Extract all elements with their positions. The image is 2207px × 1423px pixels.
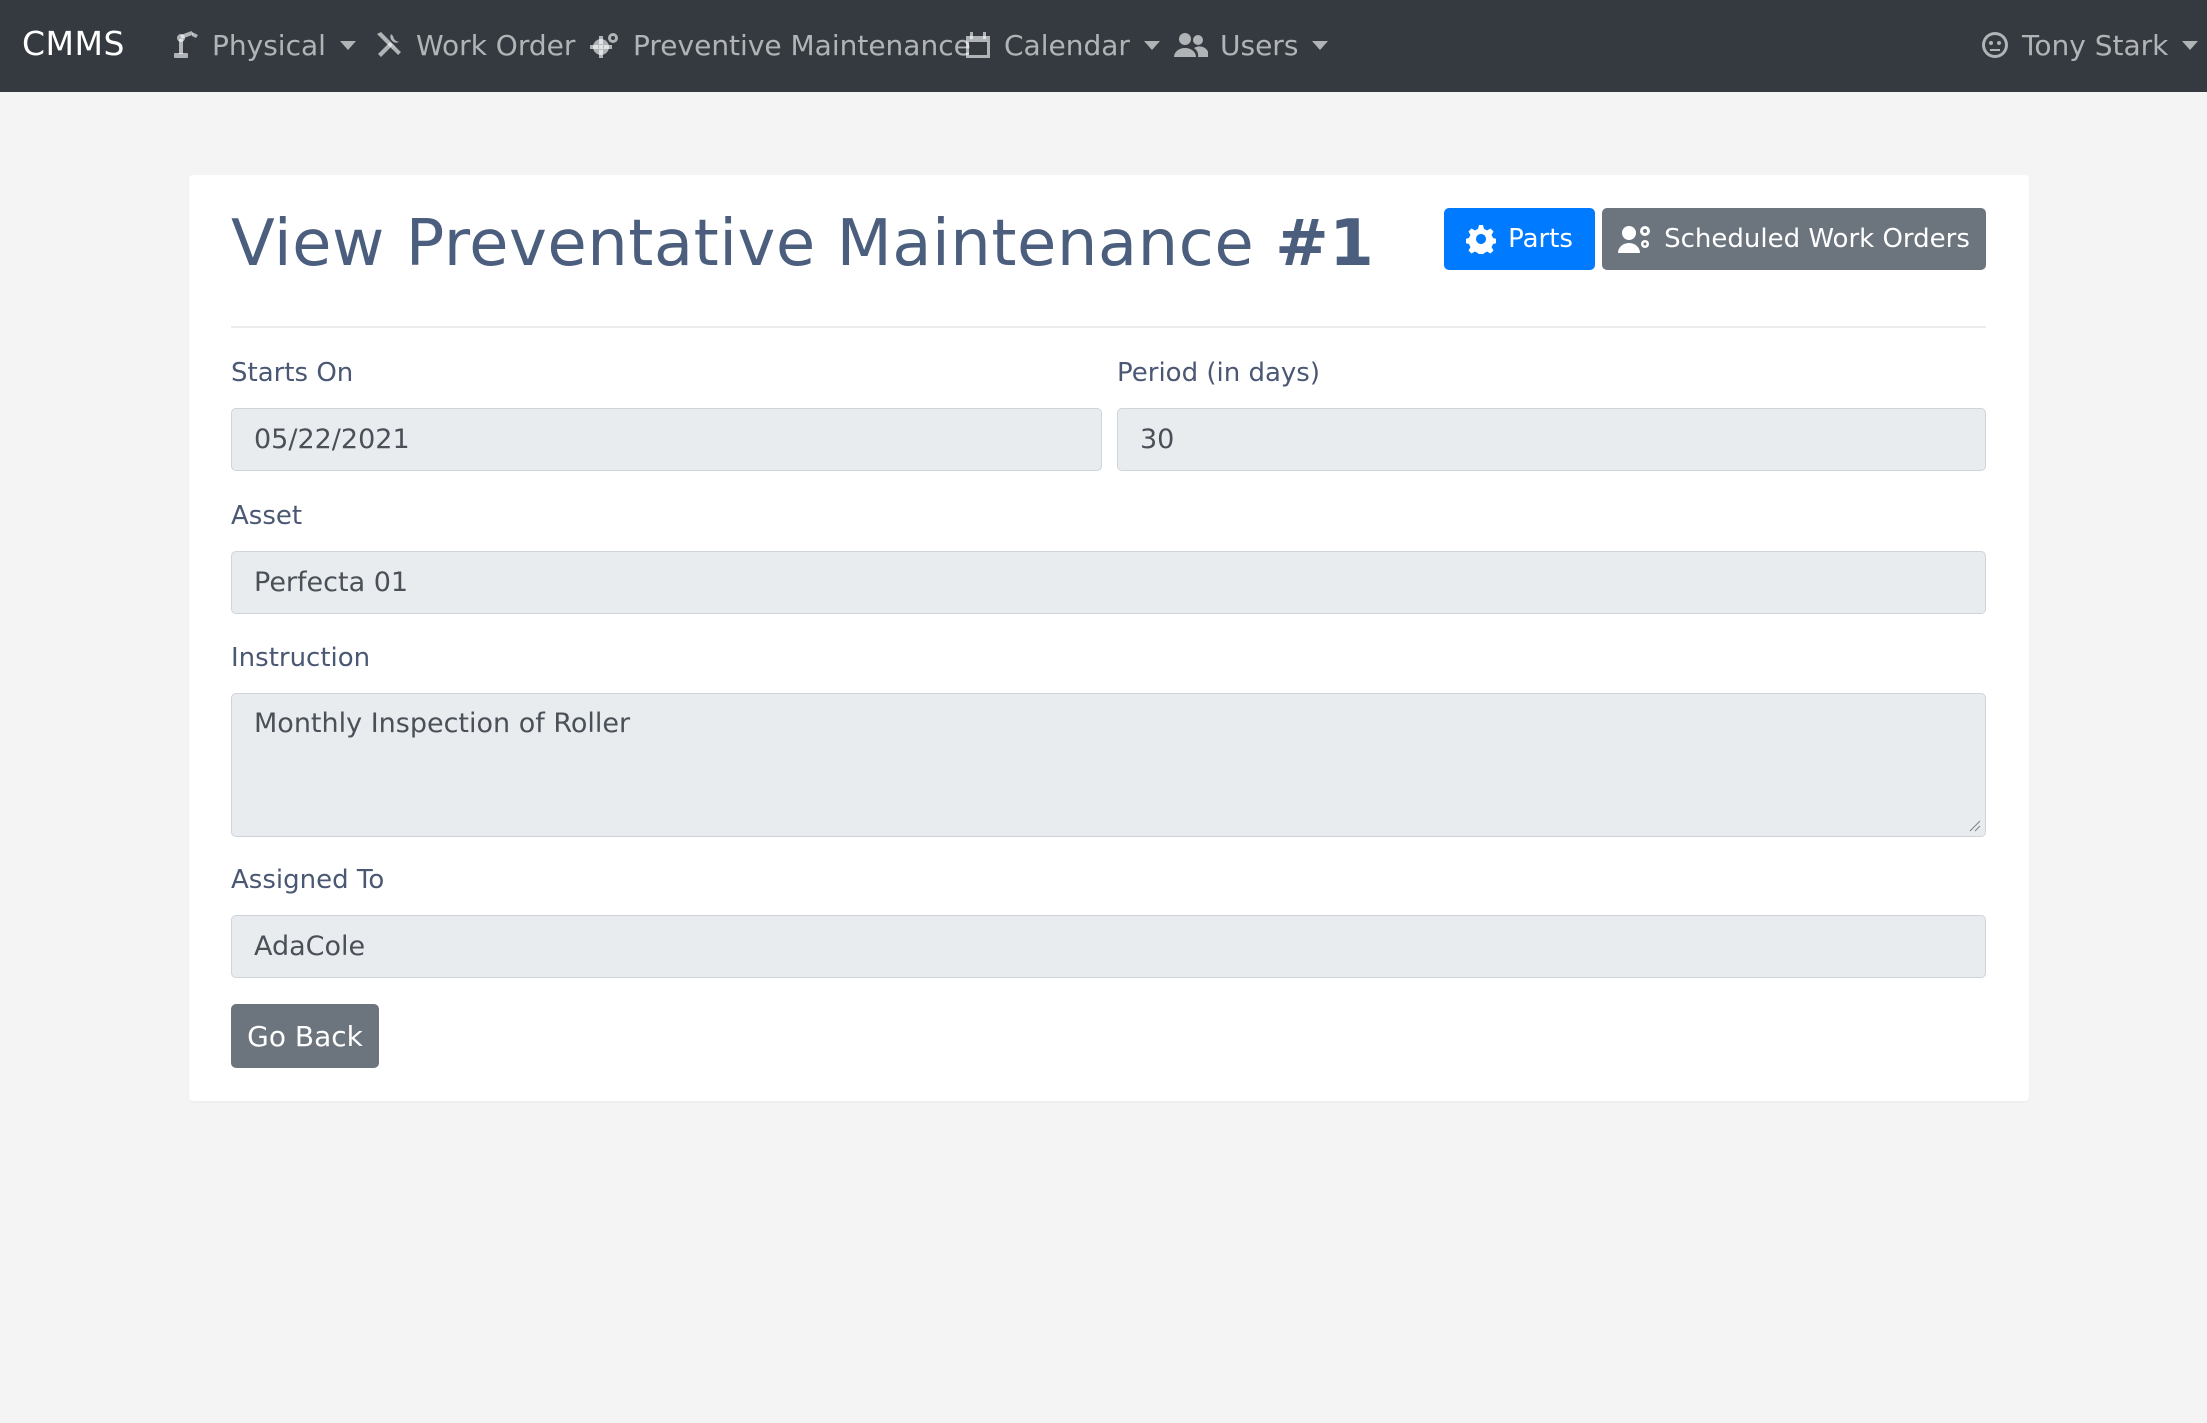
assigned-to-field[interactable]: AdaCole xyxy=(231,915,1986,978)
go-back-button[interactable]: Go Back xyxy=(231,1004,379,1068)
calendar-icon xyxy=(966,32,990,58)
users-icon xyxy=(1174,33,1208,57)
nav-item-label: Work Order xyxy=(416,28,576,62)
starts-on-field[interactable]: 05/22/2021 xyxy=(231,408,1102,471)
period-label: Period (in days) xyxy=(1117,358,1320,388)
parts-button-label: Parts xyxy=(1508,224,1573,254)
scheduled-work-orders-button[interactable]: Scheduled Work Orders xyxy=(1602,208,1986,270)
instruction-text: Monthly Inspection of Roller xyxy=(254,708,631,739)
period-field[interactable]: 30 xyxy=(1117,408,1986,471)
robot-arm-icon xyxy=(174,31,198,58)
nav-item-preventive-maintenance[interactable]: Preventive Maintenance xyxy=(589,22,971,68)
chevron-down-icon xyxy=(2182,40,2199,50)
chevron-down-icon xyxy=(1143,40,1160,50)
asset-label: Asset xyxy=(231,501,303,531)
nav-item-work-order[interactable]: Work Order xyxy=(374,22,575,68)
nav-item-users[interactable]: Users xyxy=(1174,22,1329,68)
assigned-to-label: Assigned To xyxy=(231,865,385,895)
chevron-down-icon xyxy=(1312,40,1329,50)
tools-icon xyxy=(377,32,401,57)
chevron-down-icon xyxy=(339,40,356,50)
cogs-icon xyxy=(590,33,618,58)
face-icon xyxy=(1982,32,2008,58)
page-title-text: View Preventative Maintenance xyxy=(231,207,1276,281)
nav-item-label: Calendar xyxy=(1004,28,1130,62)
parts-button[interactable]: Parts xyxy=(1444,208,1595,270)
gear-icon xyxy=(1466,225,1497,254)
nav-item-label: Users xyxy=(1220,28,1299,62)
user-cog-icon xyxy=(1618,226,1651,253)
nav-item-label: Physical xyxy=(212,28,326,62)
page-title-number: #1 xyxy=(1275,207,1375,281)
brand-logo[interactable]: CMMS xyxy=(22,24,125,63)
asset-field[interactable]: Perfecta 01 xyxy=(231,551,1986,614)
page-title: View Preventative Maintenance #1 xyxy=(231,207,1374,281)
header-divider xyxy=(231,326,1986,328)
nav-item-label: Preventive Maintenance xyxy=(633,28,971,62)
nav-item-physical[interactable]: Physical xyxy=(172,22,356,68)
user-menu[interactable]: Tony Stark xyxy=(1980,22,2199,68)
starts-on-label: Starts On xyxy=(231,358,354,388)
instruction-label: Instruction xyxy=(231,643,371,673)
resize-handle-icon[interactable] xyxy=(1967,818,1981,832)
preventive-maintenance-card: View Preventative Maintenance #1 Parts S… xyxy=(189,175,2029,1101)
scheduled-work-orders-label: Scheduled Work Orders xyxy=(1664,224,1970,254)
user-name: Tony Stark xyxy=(2022,28,2169,62)
instruction-textarea[interactable]: Monthly Inspection of Roller xyxy=(231,693,1986,837)
top-navbar: CMMS Physical Work Order Preventive Main… xyxy=(0,0,2207,92)
nav-item-calendar[interactable]: Calendar xyxy=(964,22,1160,68)
